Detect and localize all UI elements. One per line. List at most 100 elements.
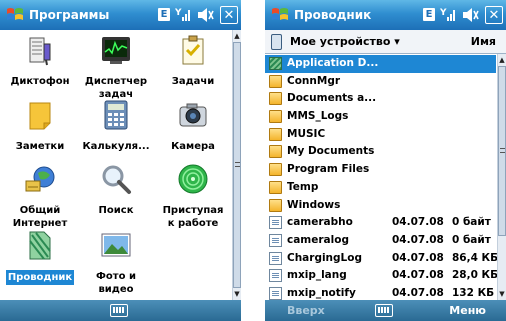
window-title: Проводник bbox=[294, 8, 372, 22]
program-label: Проводник bbox=[5, 270, 75, 285]
keyboard-icon[interactable] bbox=[375, 304, 393, 317]
windows-start-icon[interactable] bbox=[270, 5, 290, 25]
notes-icon bbox=[29, 102, 51, 130]
file-icon bbox=[269, 269, 282, 283]
folder-row[interactable]: Windows bbox=[265, 197, 496, 215]
program-label: Общий Интернет bbox=[12, 205, 68, 229]
program-notes[interactable]: Заметки bbox=[5, 99, 75, 153]
internet-sharing-icon bbox=[25, 166, 55, 192]
keyboard-icon[interactable] bbox=[110, 304, 128, 317]
program-label: Заметки bbox=[15, 141, 65, 152]
file-row[interactable]: ChargingLog 04.07.08 86,4 КБ bbox=[265, 250, 499, 268]
program-pictures-videos[interactable]: Фото и видео bbox=[81, 229, 151, 296]
file-icon bbox=[269, 286, 282, 300]
vertical-scrollbar[interactable]: ▲ ▼ bbox=[232, 30, 241, 300]
softkey-menu[interactable]: Меню bbox=[449, 304, 486, 317]
edge-indicator-icon: E bbox=[158, 8, 170, 21]
folder-icon bbox=[269, 110, 282, 124]
folder-row[interactable]: Application D... bbox=[265, 55, 496, 73]
signal-strength-icon[interactable]: Y bbox=[175, 8, 191, 22]
folder-icon bbox=[269, 92, 282, 106]
program-search[interactable]: Поиск bbox=[81, 163, 151, 217]
scroll-down-icon[interactable]: ▼ bbox=[233, 288, 241, 300]
file-date: 04.07.08 bbox=[392, 233, 444, 246]
tasks-icon bbox=[182, 35, 204, 65]
program-calculator[interactable]: Калькуля... bbox=[81, 99, 151, 153]
file-list: Application D... ConnMgr Documents a... MMS… bbox=[265, 55, 499, 303]
scroll-up-icon[interactable]: ▲ bbox=[498, 54, 506, 66]
windows-start-icon[interactable] bbox=[5, 5, 25, 25]
folder-row[interactable]: Documents a... bbox=[265, 90, 496, 108]
scrollbar-thumb[interactable] bbox=[498, 66, 506, 236]
folder-row[interactable]: Program Files bbox=[265, 161, 496, 179]
program-label: Диктофон bbox=[10, 76, 70, 87]
folder-icon bbox=[269, 163, 282, 177]
sort-dropdown[interactable]: Имя bbox=[471, 35, 496, 48]
file-name: mxip_lang bbox=[287, 269, 347, 282]
location-dropdown[interactable]: Мое устройство ▾ bbox=[290, 35, 400, 48]
file-name: ConnMgr bbox=[287, 74, 341, 87]
scroll-down-icon[interactable]: ▼ bbox=[498, 288, 506, 300]
folder-row[interactable]: MMS_Logs bbox=[265, 108, 496, 126]
file-name: camerabho bbox=[287, 216, 353, 229]
grip-icon bbox=[500, 148, 505, 153]
file-explorer-screen: Проводник E Y ✕ Мое устройство ▾ Имя App… bbox=[265, 0, 506, 321]
program-internet-sharing[interactable]: Общий Интернет bbox=[5, 163, 75, 230]
softkey-up[interactable]: Вверх bbox=[287, 304, 325, 317]
file-date: 04.07.08 bbox=[392, 216, 444, 229]
speaker-icon[interactable] bbox=[462, 7, 480, 23]
device-icon bbox=[271, 34, 282, 50]
file-name: ChargingLog bbox=[287, 251, 362, 264]
program-getting-started[interactable]: Приступая к работе bbox=[158, 163, 228, 230]
calculator-icon bbox=[104, 100, 128, 130]
file-icon bbox=[269, 251, 282, 265]
scroll-up-icon[interactable]: ▲ bbox=[233, 30, 241, 42]
folder-row[interactable]: My Documents bbox=[265, 143, 496, 161]
file-name: Program Files bbox=[287, 163, 370, 176]
softkey-bar bbox=[0, 300, 241, 321]
file-size: 86,4 КБ bbox=[452, 251, 499, 264]
program-camera[interactable]: Камера bbox=[158, 99, 228, 153]
file-date: 04.07.08 bbox=[392, 251, 444, 264]
program-file-explorer[interactable]: Проводник bbox=[5, 229, 75, 285]
file-row[interactable]: camerabho 04.07.08 0 байт bbox=[265, 214, 496, 232]
program-label: Фото и видео bbox=[96, 271, 136, 295]
program-label: Калькуля... bbox=[82, 141, 150, 152]
scrollbar-thumb[interactable] bbox=[233, 42, 241, 288]
file-row[interactable]: mxip_lang 04.07.08 28,0 КБ bbox=[265, 267, 499, 285]
file-name: Application D... bbox=[287, 57, 379, 69]
file-name: Windows bbox=[287, 198, 341, 211]
file-size: 132 КБ bbox=[452, 286, 495, 299]
title-bar: Проводник E Y ✕ bbox=[265, 0, 506, 30]
program-voice-recorder[interactable]: Диктофон bbox=[5, 34, 75, 88]
program-label: Диспетчер задач bbox=[84, 76, 148, 100]
vertical-scrollbar[interactable]: ▲ ▼ bbox=[497, 54, 506, 300]
file-row[interactable]: cameralog 04.07.08 0 байт bbox=[265, 232, 496, 250]
speaker-icon[interactable] bbox=[197, 7, 215, 23]
folder-row[interactable]: MUSIC bbox=[265, 126, 496, 144]
folder-row[interactable]: ConnMgr bbox=[265, 73, 496, 91]
folder-icon bbox=[269, 180, 282, 194]
file-size: 28,0 КБ bbox=[452, 269, 499, 282]
file-name: My Documents bbox=[287, 145, 375, 158]
camera-icon bbox=[179, 103, 207, 127]
search-icon bbox=[102, 165, 131, 194]
edge-indicator-icon: E bbox=[423, 8, 435, 21]
file-date: 04.07.08 bbox=[392, 269, 444, 282]
explorer-header: Мое устройство ▾ Имя bbox=[265, 30, 506, 54]
program-tasks[interactable]: Задачи bbox=[158, 34, 228, 88]
folder-icon bbox=[269, 127, 282, 141]
signal-strength-icon[interactable]: Y bbox=[440, 8, 456, 22]
program-task-manager[interactable]: Диспетчер задач bbox=[81, 34, 151, 101]
folder-row[interactable]: Temp bbox=[265, 179, 496, 197]
programs-screen: Программы E Y ✕ Диктофон Диспетчер задач… bbox=[0, 0, 241, 321]
file-name: MUSIC bbox=[287, 127, 326, 140]
grip-icon bbox=[235, 162, 240, 167]
file-name: Temp bbox=[287, 180, 319, 193]
close-icon[interactable]: ✕ bbox=[220, 6, 238, 24]
file-explorer-icon bbox=[29, 231, 51, 260]
folder-icon bbox=[269, 145, 282, 159]
folder-icon bbox=[269, 198, 282, 212]
program-label: Камера bbox=[171, 141, 215, 152]
close-icon[interactable]: ✕ bbox=[485, 6, 503, 24]
